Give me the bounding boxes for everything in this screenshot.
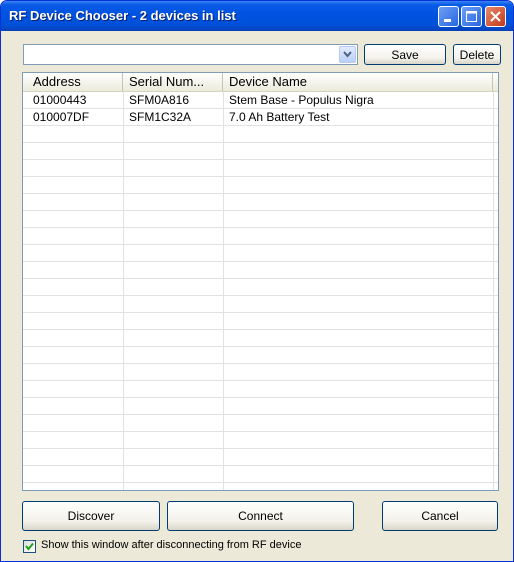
column-header-device-name[interactable]: Device Name [223,73,493,91]
maximize-icon [466,11,477,22]
cell-device-name: Stem Base - Populus Nigra [229,93,374,107]
cell-address: 010007DF [33,110,90,124]
cell-address: 01000443 [33,93,87,107]
list-rows: 01000443 SFM0A816 Stem Base - Populus Ni… [23,92,498,490]
list-header: Address Serial Num... Device Name [23,73,498,92]
column-divider [123,92,124,490]
checkmark-icon [25,542,34,551]
show-after-disconnect-checkbox[interactable] [23,540,36,553]
combo-dropdown-button[interactable] [339,46,356,63]
save-button[interactable]: Save [364,44,446,65]
close-button[interactable] [485,6,506,27]
column-divider [493,92,494,490]
column-header-serial[interactable]: Serial Num... [123,73,223,91]
maximize-button[interactable] [461,6,482,27]
cancel-button[interactable]: Cancel [382,501,498,531]
minimize-button[interactable] [438,6,459,27]
cell-device-name: 7.0 Ah Battery Test [229,110,330,124]
column-divider [223,92,224,490]
connect-button[interactable]: Connect [167,501,354,531]
rf-device-chooser-window: RF Device Chooser - 2 devices in list Sa… [0,0,514,562]
chevron-down-icon [343,51,352,58]
cell-serial: SFM0A816 [129,93,190,107]
table-row[interactable]: 01000443 SFM0A816 Stem Base - Populus Ni… [23,92,498,108]
minimize-icon [444,19,451,22]
show-after-disconnect-label[interactable]: Show this window after disconnecting fro… [41,539,301,551]
table-row[interactable]: 010007DF SFM1C32A 7.0 Ah Battery Test [23,109,498,125]
cell-serial: SFM1C32A [129,110,192,124]
device-list[interactable]: Address Serial Num... Device Name 010004… [22,72,499,491]
column-header-address[interactable]: Address [23,73,123,91]
title-bar[interactable]: RF Device Chooser - 2 devices in list [1,1,513,31]
device-combo-box[interactable] [23,44,358,65]
window-title: RF Device Chooser - 2 devices in list [9,8,236,23]
device-combo-input[interactable] [25,46,343,63]
discover-button[interactable]: Discover [22,501,160,531]
delete-button[interactable]: Delete [453,44,501,65]
close-icon [490,11,501,22]
